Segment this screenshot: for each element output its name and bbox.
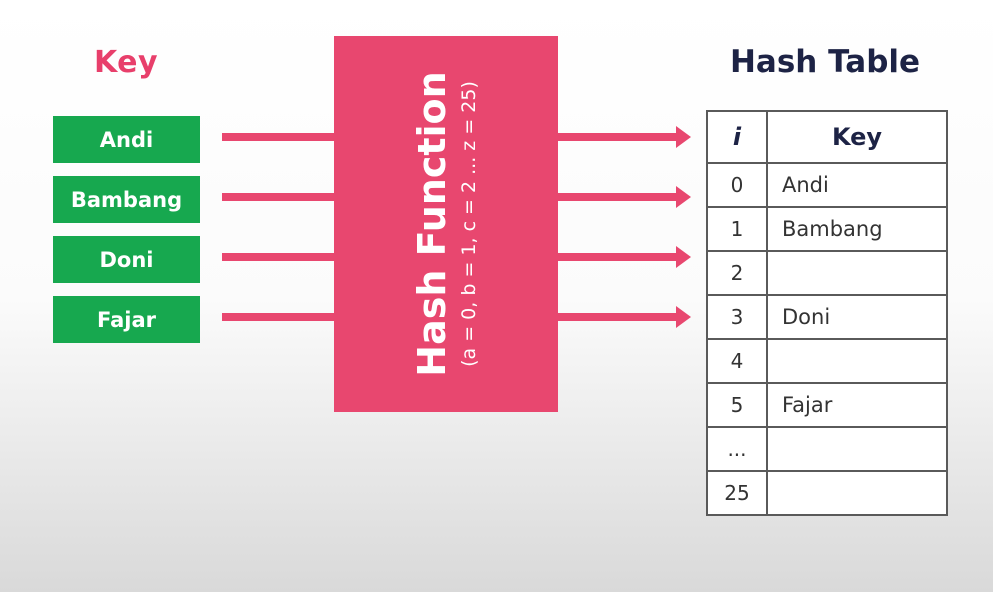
- table-row: 5 Fajar: [706, 382, 948, 428]
- hash-table-title: Hash Table: [729, 44, 921, 80]
- hash-function-formula: (a = 0, b = 1, c = 2 ... z = 25): [458, 81, 480, 367]
- row-index: 3: [706, 294, 768, 340]
- row-key: Fajar: [766, 382, 948, 428]
- table-row: 25: [706, 470, 948, 516]
- row-key: [766, 426, 948, 472]
- table-row: 1 Bambang: [706, 206, 948, 252]
- row-index: 1: [706, 206, 768, 252]
- input-line-1: [222, 133, 334, 141]
- hash-table: i Key 0 Andi 1 Bambang 2 3 Doni 4 5 Faja…: [706, 110, 948, 516]
- input-line-3: [222, 253, 334, 261]
- output-arrow-3: [558, 246, 691, 268]
- table-row: ...: [706, 426, 948, 472]
- table-row: 0 Andi: [706, 162, 948, 208]
- hash-function-title: Hash Function: [410, 71, 454, 377]
- row-index: 0: [706, 162, 768, 208]
- output-arrow-4: [558, 306, 691, 328]
- row-index: 2: [706, 250, 768, 296]
- header-index: i: [706, 110, 768, 164]
- output-arrow-1: [558, 126, 691, 148]
- row-key: Bambang: [766, 206, 948, 252]
- table-row: 2: [706, 250, 948, 296]
- row-index: 4: [706, 338, 768, 384]
- table-row: 3 Doni: [706, 294, 948, 340]
- row-index: 25: [706, 470, 768, 516]
- table-row: 4: [706, 338, 948, 384]
- input-line-2: [222, 193, 334, 201]
- header-key: Key: [766, 110, 948, 164]
- row-key: Andi: [766, 162, 948, 208]
- row-index: 5: [706, 382, 768, 428]
- row-key: [766, 250, 948, 296]
- row-index: ...: [706, 426, 768, 472]
- hash-table-header-row: i Key: [706, 110, 948, 164]
- input-line-4: [222, 313, 334, 321]
- output-arrow-2: [558, 186, 691, 208]
- hash-function-label: Hash Function (a = 0, b = 1, c = 2 ... z…: [386, 34, 506, 414]
- row-key: Doni: [766, 294, 948, 340]
- row-key: [766, 338, 948, 384]
- row-key: [766, 470, 948, 516]
